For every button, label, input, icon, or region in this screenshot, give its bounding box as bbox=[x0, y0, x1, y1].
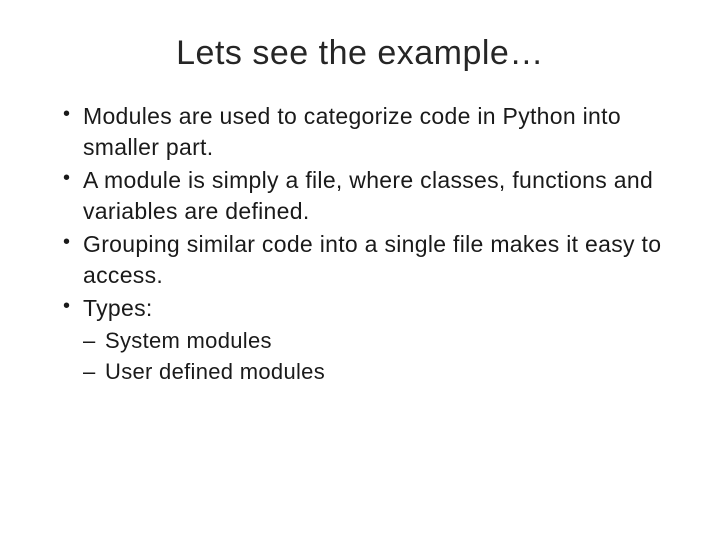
slide-title: Lets see the example… bbox=[45, 34, 675, 73]
bullet-item: Modules are used to categorize code in P… bbox=[63, 101, 675, 163]
sub-item: User defined modules bbox=[83, 357, 675, 388]
slide-container: Lets see the example… Modules are used t… bbox=[0, 0, 720, 540]
bullet-item-label: Types: bbox=[83, 295, 153, 321]
bullet-item: Grouping similar code into a single file… bbox=[63, 229, 675, 291]
bullet-item: Types: System modules User defined modul… bbox=[63, 293, 675, 388]
sub-item: System modules bbox=[83, 326, 675, 357]
bullet-item: A module is simply a file, where classes… bbox=[63, 165, 675, 227]
sub-list: System modules User defined modules bbox=[83, 326, 675, 388]
bullet-list: Modules are used to categorize code in P… bbox=[45, 101, 675, 388]
